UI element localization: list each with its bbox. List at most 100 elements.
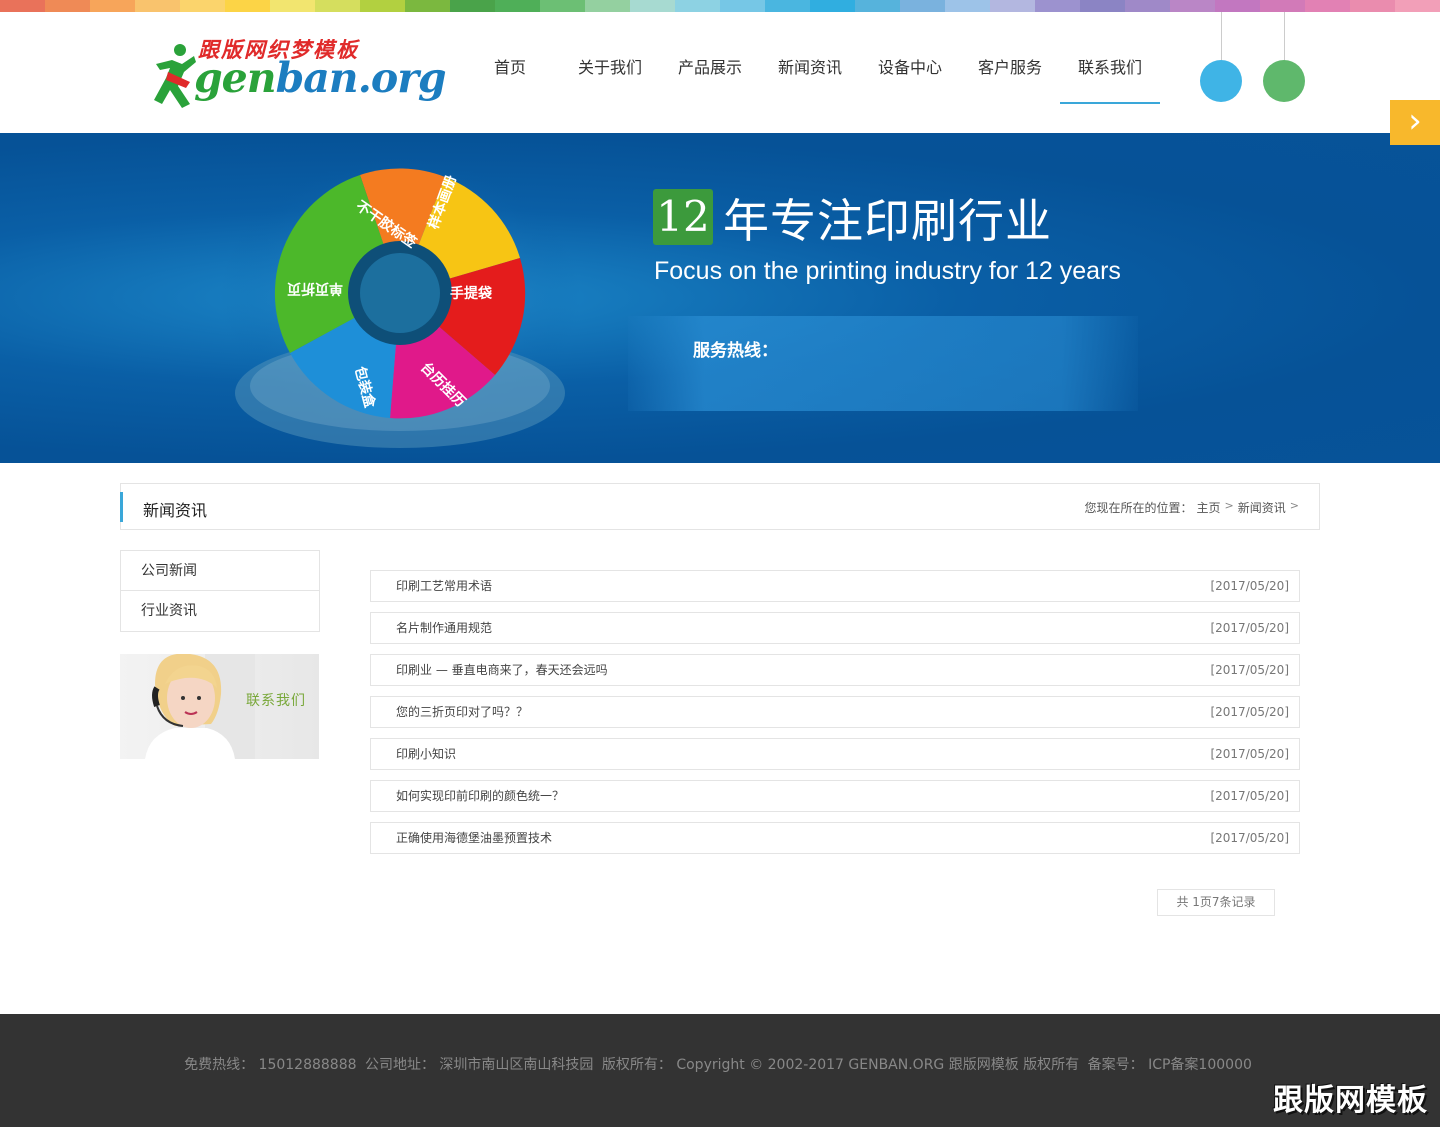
ball-string-green [1284,12,1285,66]
puzzle-label-5: 单页折页 [287,280,343,297]
news-title-link[interactable]: 印刷工艺常用术语 [396,571,492,601]
rainbow-segment [225,0,270,12]
rainbow-segment [315,0,360,12]
rainbow-segment [945,0,990,12]
rainbow-segment [1035,0,1080,12]
rainbow-segment [855,0,900,12]
rainbow-segment [675,0,720,12]
news-row[interactable]: 印刷业 — 垂直电商来了，春天还会远吗 [2017/05/20] [370,654,1300,686]
breadcrumb: 您现在所在的位置： 主页 > 新闻资讯 > [1085,499,1299,516]
nav-item-3[interactable]: 新闻资讯 [760,56,860,104]
sidebar-item-company-news[interactable]: 公司新闻 [120,550,320,591]
news-date: [2017/05/20] [1210,663,1289,677]
contact-us-label: 联系我们 [246,693,306,709]
banner-title: 年专注印刷行业 [723,194,1052,248]
puzzle-wheel-illustration: 不干胶标签 样本画册 手提袋 台历挂历 包装盒 单页折页 [220,158,580,448]
hotline-box: 服务热线： [628,316,1138,411]
ball-string-blue [1221,12,1222,66]
rainbow-segment [630,0,675,12]
news-date: [2017/05/20] [1210,579,1289,593]
nav-item-0[interactable]: 首页 [460,56,560,104]
breadcrumb-home-link[interactable]: 主页 [1197,499,1221,516]
news-row[interactable]: 印刷工艺常用术语 [2017/05/20] [370,570,1300,602]
sidebar: 公司新闻 行业资讯 [120,550,320,632]
section-title: 新闻资讯 [143,501,208,520]
rainbow-segment [1260,0,1305,12]
news-row[interactable]: 如何实现印前印刷的颜色统一？ [2017/05/20] [370,780,1300,812]
rainbow-segment [1305,0,1350,12]
rainbow-segment [90,0,135,12]
rainbow-segment [180,0,225,12]
sidebar-item-industry-news[interactable]: 行业资讯 [120,591,320,632]
news-title-link[interactable]: 如何实现印前印刷的颜色统一？ [396,781,564,811]
rainbow-segment [45,0,90,12]
years-badge: 12 [653,189,713,245]
watermark: 跟版网模板 [1273,1083,1428,1118]
section-header: 新闻资讯 您现在所在的位置： 主页 > 新闻资讯 > [120,483,1320,530]
rainbow-segment [540,0,585,12]
nav-item-2[interactable]: 产品展示 [660,56,760,104]
breadcrumb-separator: > [1224,499,1234,512]
nav-item-6[interactable]: 联系我们 [1060,56,1160,104]
news-row[interactable]: 您的三折页印对了吗？？ [2017/05/20] [370,696,1300,728]
breadcrumb-current-link[interactable]: 新闻资讯 [1238,499,1286,516]
rainbow-segment [270,0,315,12]
news-date: [2017/05/20] [1210,747,1289,761]
site-header: 跟版网织梦模板 genban.org 首页 关于我们 产品展示 新闻资讯 设备中心 客户服… [0,12,1440,133]
nav-item-5[interactable]: 客户服务 [960,56,1060,104]
hotline-label: 服务热线： [693,341,778,361]
blue-ball-ornament [1200,60,1242,102]
support-agent-illustration [145,654,255,759]
news-title-link[interactable]: 印刷业 — 垂直电商来了，春天还会远吗 [396,655,608,685]
pagination-info: 共 1页7条记录 [1157,889,1275,916]
news-row[interactable]: 印刷小知识 [2017/05/20] [370,738,1300,770]
rainbow-segment [720,0,765,12]
rainbow-segment [1080,0,1125,12]
rainbow-segment [0,0,45,12]
hero-banner: 不干胶标签 样本画册 手提袋 台历挂历 包装盒 单页折页 12 年专注印刷行业 … [0,133,1440,463]
nav-item-1[interactable]: 关于我们 [560,56,660,104]
banner-subtitle: Focus on the printing industry for 12 ye… [654,257,1121,285]
rainbow-segment [360,0,405,12]
footer-address: 公司地址： 深圳市南山区南山科技园 [364,1057,594,1073]
news-title-link[interactable]: 您的三折页印对了吗？？ [396,697,528,727]
footer-info: 免费热线： 15012888888 公司地址： 深圳市南山区南山科技园 版权所有… [0,1054,1440,1074]
rainbow-segment [990,0,1035,12]
main-nav: 首页 关于我们 产品展示 新闻资讯 设备中心 客户服务 联系我们 [460,56,1160,104]
footer-icp: 备案号： ICP备案100000 [1087,1057,1252,1073]
breadcrumb-separator: > [1289,499,1299,512]
rainbow-segment [1170,0,1215,12]
site-footer: 免费热线： 15012888888 公司地址： 深圳市南山区南山科技园 版权所有… [0,1014,1440,1127]
rainbow-segment [810,0,855,12]
chevron-right-icon[interactable]: › [1390,100,1440,145]
rainbow-segment [1395,0,1440,12]
site-logo[interactable]: 跟版网织梦模板 genban.org [150,34,446,114]
rainbow-segment [1125,0,1170,12]
logo-english-text: genban.org [194,54,446,102]
breadcrumb-prefix: 您现在所在的位置： [1084,501,1193,515]
news-title-link[interactable]: 印刷小知识 [396,739,456,769]
rainbow-segment [900,0,945,12]
rainbow-segment [450,0,495,12]
rainbow-segment [1215,0,1260,12]
news-title-link[interactable]: 名片制作通用规范 [396,613,492,643]
news-row[interactable]: 正确使用海德堡油墨预置技术 [2017/05/20] [370,822,1300,854]
rainbow-strip [0,0,1440,12]
news-list: 印刷工艺常用术语 [2017/05/20] 名片制作通用规范 [2017/05/20]… [370,570,1300,864]
rainbow-segment [585,0,630,12]
news-date: [2017/05/20] [1210,621,1289,635]
footer-copyright: 版权所有： Copyright © 2002-2017 GENBAN.ORG 跟… [601,1057,1080,1073]
news-row[interactable]: 名片制作通用规范 [2017/05/20] [370,612,1300,644]
rainbow-segment [495,0,540,12]
contact-us-banner[interactable]: 联系我们 [120,654,319,759]
rainbow-segment [765,0,810,12]
footer-hotline: 免费热线： 15012888888 [184,1057,357,1073]
nav-item-4[interactable]: 设备中心 [860,56,960,104]
rainbow-segment [135,0,180,12]
news-date: [2017/05/20] [1210,789,1289,803]
news-title-link[interactable]: 正确使用海德堡油墨预置技术 [396,823,552,853]
rainbow-segment [405,0,450,12]
rainbow-segment [1350,0,1395,12]
runner-icon [154,44,196,108]
green-ball-ornament [1263,60,1305,102]
